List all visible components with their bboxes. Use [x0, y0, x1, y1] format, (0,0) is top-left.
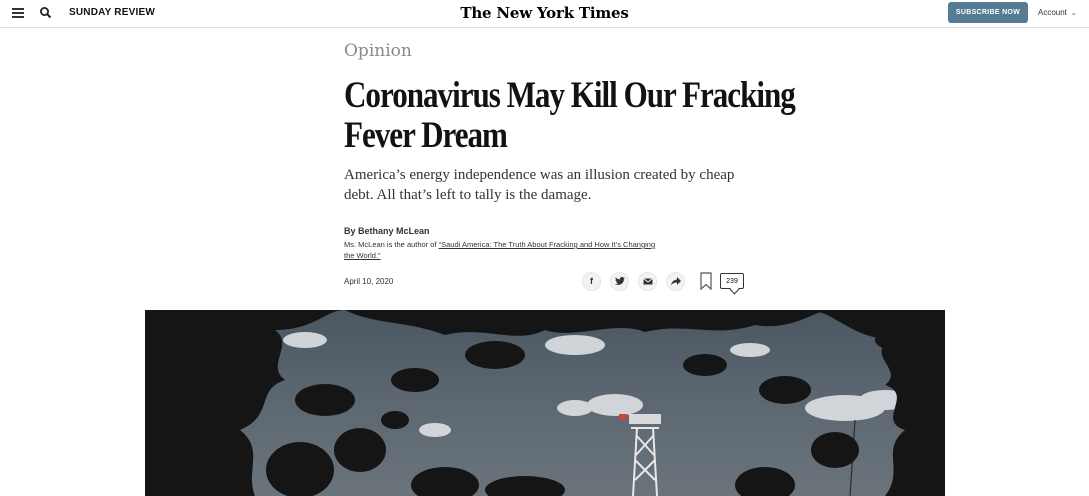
byline: By Bethany McLean: [344, 226, 430, 236]
hero-image: [145, 310, 945, 496]
subscribe-button[interactable]: SUBSCRIBE NOW: [948, 2, 1028, 23]
share-tools: f 239: [582, 271, 744, 291]
comment-count: 239: [726, 277, 738, 285]
chevron-down-icon: ⌄: [1070, 10, 1077, 17]
facebook-glyph: f: [590, 276, 593, 286]
author-bio: Ms. McLean is the author of “Saudi Ameri…: [344, 239, 664, 261]
author-bio-text: Ms. McLean is the author of: [344, 240, 439, 249]
twitter-icon[interactable]: [610, 271, 629, 291]
facebook-icon[interactable]: f: [582, 271, 601, 291]
email-icon[interactable]: [638, 271, 657, 291]
bookmark-icon[interactable]: [700, 272, 714, 291]
publish-date: April 10, 2020: [344, 277, 394, 286]
nyt-logo[interactable]: The New York Times: [0, 4, 1089, 22]
article-headline: Coronavirus May Kill Our Fracking Fever …: [344, 75, 796, 156]
account-label: Account: [1038, 8, 1067, 17]
account-menu-button[interactable]: Account ⌄: [1038, 8, 1077, 17]
share-icon[interactable]: [666, 271, 685, 291]
comments-button[interactable]: 239: [720, 273, 744, 289]
opinion-kicker[interactable]: Opinion: [344, 41, 412, 61]
top-navigation-bar: SUNDAY REVIEW The New York Times SUBSCRI…: [0, 0, 1089, 28]
article-summary: America’s energy independence was an ill…: [344, 167, 735, 203]
